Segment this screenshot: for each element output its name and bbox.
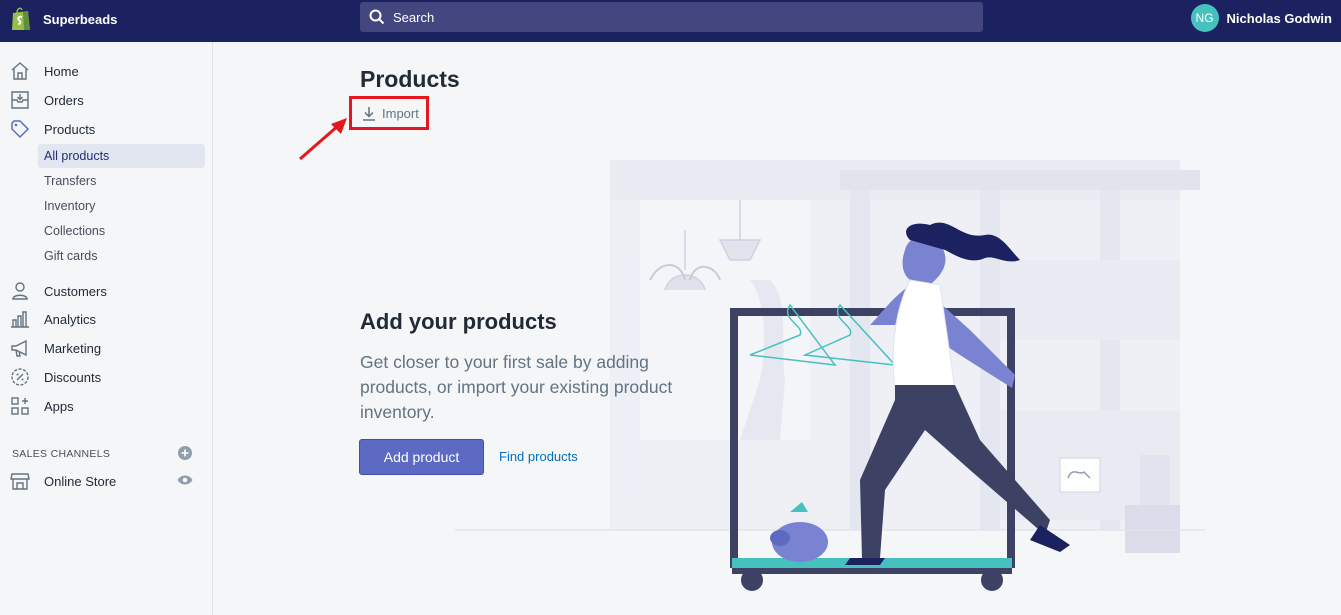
tag-icon xyxy=(11,120,30,139)
avatar: NG xyxy=(1190,4,1219,32)
bar-chart-icon xyxy=(11,311,29,328)
top-bar: Superbeads Search NG Nicholas Godwin xyxy=(0,0,1341,42)
orders-icon xyxy=(11,91,29,109)
store-brand[interactable]: Superbeads xyxy=(10,6,117,32)
sidebar-item-marketing[interactable]: Marketing xyxy=(0,335,212,361)
sidebar-subitem-all-products[interactable]: All products xyxy=(38,144,205,168)
apps-icon xyxy=(11,397,29,415)
store-icon xyxy=(10,473,30,490)
sidebar-item-home[interactable]: Home xyxy=(0,58,212,84)
sidebar-item-label: Home xyxy=(44,63,79,79)
sidebar-item-customers[interactable]: Customers xyxy=(0,278,212,304)
sidebar-item-orders[interactable]: Orders xyxy=(0,87,212,113)
sidebar-subitem-label: Transfers xyxy=(44,174,97,188)
sidebar-item-label: Apps xyxy=(44,398,74,414)
eye-icon[interactable] xyxy=(177,474,193,486)
search-placeholder: Search xyxy=(393,9,435,25)
search-icon xyxy=(369,9,385,25)
sidebar-item-label: Discounts xyxy=(44,369,102,385)
sidebar-subitem-inventory[interactable]: Inventory xyxy=(38,194,205,218)
person-icon xyxy=(12,282,28,300)
import-button[interactable]: Import xyxy=(349,96,429,130)
sidebar: Home Orders Products All products Transf… xyxy=(0,42,213,615)
add-sales-channel-icon[interactable] xyxy=(178,446,192,460)
sidebar-item-label: Orders xyxy=(44,92,84,108)
sales-channels-heading: SALES CHANNELS xyxy=(12,448,111,460)
sidebar-item-label: Products xyxy=(44,121,96,137)
user-name: Nicholas Godwin xyxy=(1226,10,1332,26)
sidebar-item-label: Online Store xyxy=(44,473,117,489)
sidebar-subitem-label: Gift cards xyxy=(44,249,98,263)
home-icon xyxy=(11,62,29,80)
sidebar-item-label: Marketing xyxy=(44,340,102,356)
sidebar-item-discounts[interactable]: Discounts xyxy=(0,364,212,390)
sidebar-item-apps[interactable]: Apps xyxy=(0,393,212,419)
sidebar-subitem-label: Collections xyxy=(44,224,106,238)
find-products-link[interactable]: Find products xyxy=(499,449,578,464)
store-name: Superbeads xyxy=(43,11,118,27)
sidebar-item-analytics[interactable]: Analytics xyxy=(0,306,212,332)
annotation-arrow xyxy=(299,118,347,161)
sidebar-item-products[interactable]: Products xyxy=(0,116,212,142)
megaphone-icon xyxy=(11,339,27,357)
sidebar-item-label: Customers xyxy=(44,283,107,299)
sidebar-subitem-label: All products xyxy=(44,149,110,163)
user-menu[interactable]: NG Nicholas Godwin xyxy=(1190,4,1332,32)
empty-state-heading: Add your products xyxy=(360,309,557,334)
page-title: Products xyxy=(360,66,460,92)
empty-state-text: Get closer to your first sale by adding … xyxy=(360,352,673,422)
search-bar[interactable]: Search xyxy=(360,2,983,32)
sidebar-subitem-collections[interactable]: Collections xyxy=(38,219,205,243)
sidebar-subitem-label: Inventory xyxy=(44,199,96,213)
add-product-button[interactable]: Add product xyxy=(359,439,484,475)
sidebar-subitem-transfers[interactable]: Transfers xyxy=(38,169,205,193)
shopify-bag-icon xyxy=(12,7,30,30)
download-icon xyxy=(363,106,375,121)
import-label: Import xyxy=(382,105,419,121)
sidebar-item-label: Analytics xyxy=(44,311,97,327)
discount-icon xyxy=(11,368,29,386)
sidebar-subitem-gift-cards[interactable]: Gift cards xyxy=(38,244,205,268)
